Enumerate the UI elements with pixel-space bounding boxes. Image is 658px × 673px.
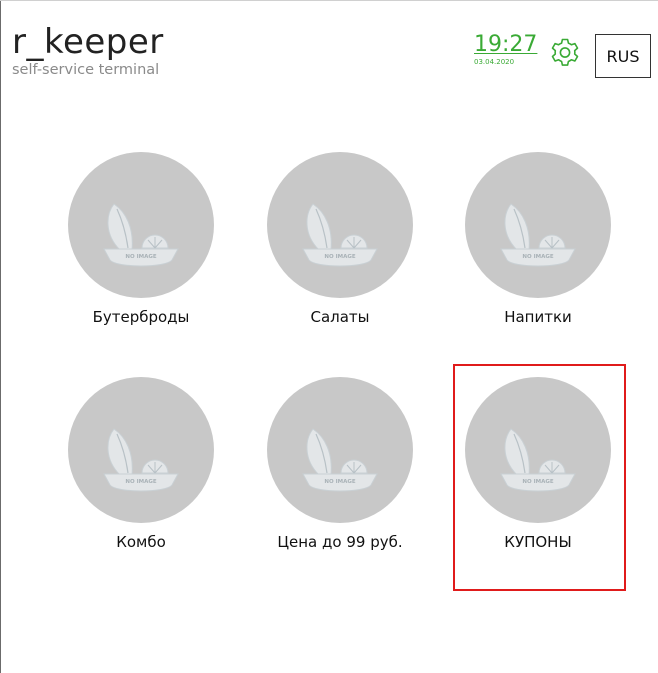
category-label: Комбо — [116, 533, 166, 551]
category-grid: NO IMAGE Бутерброды NO IMAGE Салаты NO I… — [0, 0, 658, 673]
category-label: Бутерброды — [92, 308, 190, 326]
svg-text:NO IMAGE: NO IMAGE — [522, 254, 553, 260]
svg-text:NO IMAGE: NO IMAGE — [125, 479, 156, 485]
category-tile[interactable]: NO IMAGE Салаты — [255, 152, 425, 352]
no-image-icon: NO IMAGE — [267, 152, 413, 298]
category-tile[interactable]: NO IMAGE Напитки — [453, 152, 623, 352]
category-tile[interactable]: NO IMAGE Бутерброды — [56, 152, 226, 352]
no-image-icon: NO IMAGE — [465, 377, 611, 523]
svg-text:NO IMAGE: NO IMAGE — [324, 254, 355, 260]
svg-text:NO IMAGE: NO IMAGE — [324, 479, 355, 485]
category-label: Цена до 99 руб. — [277, 533, 403, 551]
no-image-icon: NO IMAGE — [267, 377, 413, 523]
svg-text:NO IMAGE: NO IMAGE — [522, 479, 553, 485]
category-tile[interactable]: NO IMAGE Комбо — [56, 377, 226, 577]
no-image-icon: NO IMAGE — [68, 377, 214, 523]
category-label: Напитки — [504, 308, 572, 326]
no-image-icon: NO IMAGE — [465, 152, 611, 298]
no-image-icon: NO IMAGE — [68, 152, 214, 298]
category-tile[interactable]: NO IMAGE Цена до 99 руб. — [255, 377, 425, 577]
category-tile-coupons[interactable]: NO IMAGE КУПОНЫ — [453, 377, 623, 577]
category-label: КУПОНЫ — [504, 533, 572, 551]
svg-text:NO IMAGE: NO IMAGE — [125, 254, 156, 260]
category-label: Салаты — [310, 308, 370, 326]
